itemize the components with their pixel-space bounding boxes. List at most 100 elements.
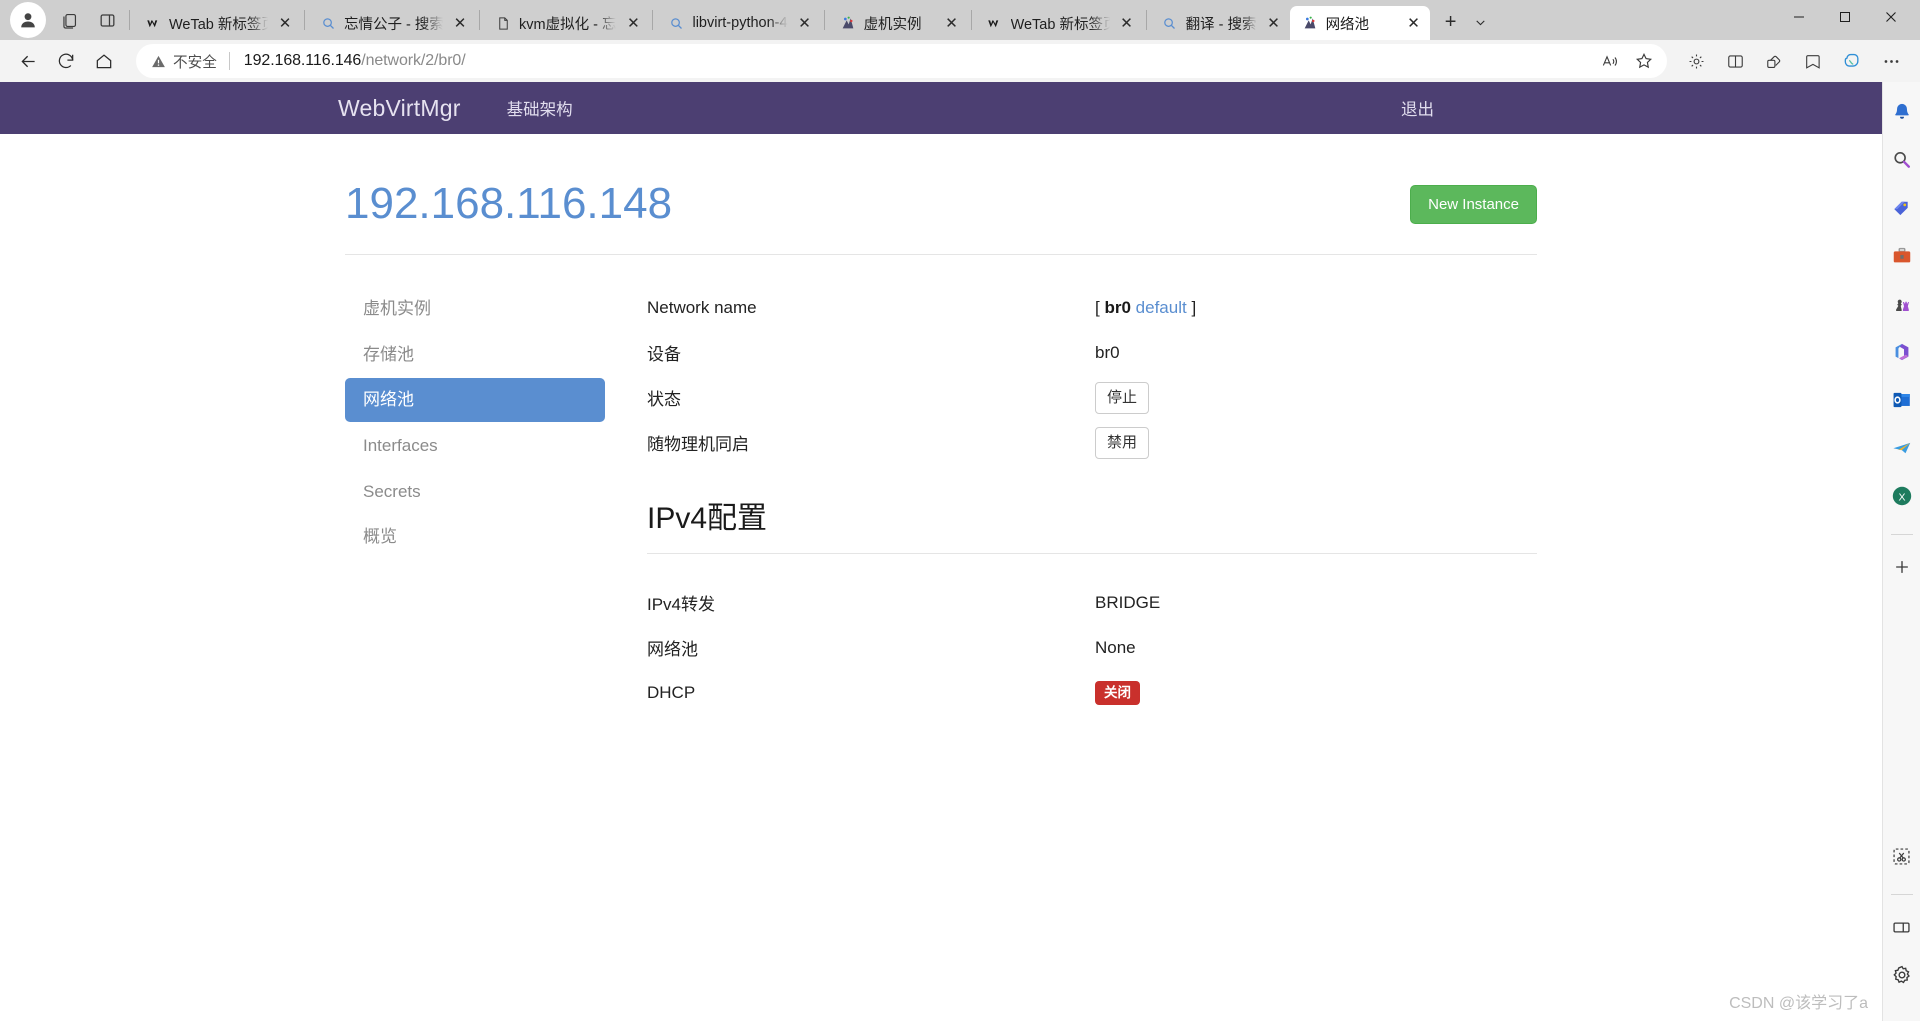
- excel-button[interactable]: X: [1886, 480, 1918, 512]
- sidebar-search-button[interactable]: [1886, 144, 1918, 176]
- collections-icon: [1766, 55, 1780, 68]
- tab-close-button[interactable]: ✕: [1404, 13, 1424, 33]
- home-button[interactable]: [86, 45, 122, 77]
- tab-list-dropdown-button[interactable]: [1468, 7, 1494, 37]
- outlook-icon: [1893, 392, 1910, 408]
- tab-title: libvirt-python-4: [692, 15, 788, 31]
- tab-close-button[interactable]: ✕: [623, 13, 643, 33]
- tab-close-button[interactable]: ✕: [795, 13, 815, 33]
- nav-link-infrastructure[interactable]: 基础架构: [507, 96, 573, 120]
- tab-separator: [970, 10, 972, 30]
- dhcp-status-badge: 关闭: [1095, 681, 1140, 705]
- sidebar-settings-button[interactable]: [1886, 959, 1918, 991]
- sidebar-item-storage-pools[interactable]: 存储池: [345, 333, 605, 377]
- tab-close-button[interactable]: ✕: [450, 13, 470, 33]
- outlook-button[interactable]: [1886, 384, 1918, 416]
- notifications-bell-icon: [1894, 103, 1909, 119]
- app-body: 192.168.116.148 New Instance 虚机实例 存储池 网络…: [0, 179, 1882, 715]
- omnibox-icons: [1595, 46, 1659, 76]
- back-button[interactable]: [10, 45, 46, 77]
- detail-value-state: 停止: [1095, 382, 1150, 414]
- bing-search-icon: [1161, 14, 1179, 32]
- detail-row-network-name: Network name [ br0 default ]: [647, 285, 1537, 330]
- read-aloud-button[interactable]: [1595, 46, 1625, 76]
- add-favorite-button[interactable]: [1629, 46, 1659, 76]
- tab-close-button[interactable]: ✕: [1117, 13, 1137, 33]
- tab-separator: [129, 10, 130, 30]
- section-title-ipv4: IPv4配置: [647, 502, 768, 536]
- state-stop-button[interactable]: 停止: [1095, 382, 1150, 414]
- microsoft365-button[interactable]: [1886, 336, 1918, 368]
- detail-label: 网络池: [647, 640, 698, 660]
- screenshot-button[interactable]: [1886, 840, 1918, 872]
- webvirtmgr-icon: [839, 14, 857, 32]
- browser-tab[interactable]: 忘情公子 - 搜索 ✕: [308, 6, 476, 40]
- shopping-button[interactable]: [1886, 192, 1918, 224]
- copilot-button[interactable]: [1833, 45, 1871, 77]
- account-avatar-icon: [21, 13, 35, 28]
- tab-close-button[interactable]: ✕: [1264, 13, 1284, 33]
- screenshot-scissors-icon: [1893, 847, 1910, 865]
- notifications-button[interactable]: [1886, 96, 1918, 128]
- settings-more-icon: [1884, 59, 1898, 63]
- telegram-button[interactable]: [1886, 432, 1918, 464]
- browser-tab[interactable]: libvirt-python-4 ✕: [656, 6, 820, 40]
- omnibox-divider: [228, 52, 230, 70]
- home-icon: [96, 54, 112, 69]
- page-header: 192.168.116.148 New Instance: [0, 179, 1882, 228]
- maximize-button[interactable]: [1822, 0, 1868, 34]
- tab-title: WeTab 新标签页: [169, 16, 268, 33]
- settings-more-button[interactable]: [1872, 45, 1910, 77]
- tab-separator: [823, 10, 825, 30]
- browser-tab[interactable]: WeTab 新标签页 ✕: [975, 6, 1143, 40]
- browser-tab[interactable]: 翻译 - 搜索 ✕: [1150, 6, 1290, 40]
- autostart-disable-button[interactable]: 禁用: [1095, 427, 1150, 459]
- refresh-button[interactable]: [48, 45, 84, 77]
- sidebar-item-overview[interactable]: 概览: [345, 515, 605, 559]
- browser-tab[interactable]: WeTab 新标签页 ✕: [133, 6, 301, 40]
- minimize-button[interactable]: [1776, 0, 1822, 34]
- tools-button[interactable]: [1886, 240, 1918, 272]
- tools-briefcase-icon: [1893, 247, 1910, 263]
- default-network-link[interactable]: default: [1136, 298, 1187, 317]
- sidebar-item-interfaces[interactable]: Interfaces: [345, 424, 605, 468]
- profile-avatar-button[interactable]: [10, 2, 46, 38]
- split-screen-button[interactable]: [1716, 45, 1754, 77]
- network-name-text: br0: [1104, 297, 1131, 317]
- browser-tab[interactable]: kvm虚拟化 - 忘 ✕: [483, 6, 649, 40]
- address-bar[interactable]: 不安全 192.168.116.146/network/2/br0/: [136, 44, 1667, 78]
- security-status[interactable]: 不安全: [150, 51, 217, 72]
- favorites-button[interactable]: [1794, 45, 1832, 77]
- add-sidebar-app-button[interactable]: [1886, 551, 1918, 583]
- tab-separator: [304, 10, 305, 30]
- tab-title: 网络池: [1325, 16, 1370, 33]
- games-button[interactable]: [1886, 288, 1918, 320]
- sidebar-divider: [1890, 894, 1913, 895]
- sidebar-item-network-pools[interactable]: 网络池: [345, 378, 605, 423]
- maximize-icon: [1840, 12, 1850, 22]
- split-screen-button[interactable]: [90, 3, 124, 37]
- split-pane-button[interactable]: [1886, 911, 1918, 943]
- toolbar-right: [1677, 45, 1910, 77]
- sidebar-item-secrets[interactable]: Secrets: [345, 470, 605, 514]
- sidebar-bottom-group: [1886, 840, 1918, 1021]
- microsoft365-icon: [1895, 343, 1908, 361]
- nav-logout-link[interactable]: 退出: [1401, 96, 1434, 120]
- tab-close-button[interactable]: ✕: [275, 13, 295, 33]
- browser-tab-active[interactable]: 网络池 ✕: [1289, 6, 1430, 40]
- collections-button[interactable]: [52, 3, 86, 37]
- browser-essentials-button[interactable]: [1677, 45, 1715, 77]
- tab-close-button[interactable]: ✕: [942, 13, 962, 33]
- app-navbar: WebVirtMgr 基础架构 退出: [0, 82, 1882, 134]
- app-brand[interactable]: WebVirtMgr: [338, 95, 461, 122]
- browser-tab[interactable]: 虚机实例 ✕: [828, 6, 968, 40]
- collections-button[interactable]: [1755, 45, 1793, 77]
- new-tab-button[interactable]: +: [1436, 7, 1466, 37]
- close-window-button[interactable]: [1868, 0, 1914, 34]
- new-instance-button[interactable]: New Instance: [1410, 184, 1537, 224]
- network-detail-panel: Network name [ br0 default ] 设备 br0 状态 停…: [605, 285, 1537, 715]
- tab-title: 翻译 - 搜索: [1185, 16, 1257, 33]
- sidebar-item-instances[interactable]: 虚机实例: [345, 287, 605, 331]
- telegram-plane-icon: [1892, 442, 1910, 454]
- tab-title: kvm虚拟化 - 忘: [519, 16, 617, 33]
